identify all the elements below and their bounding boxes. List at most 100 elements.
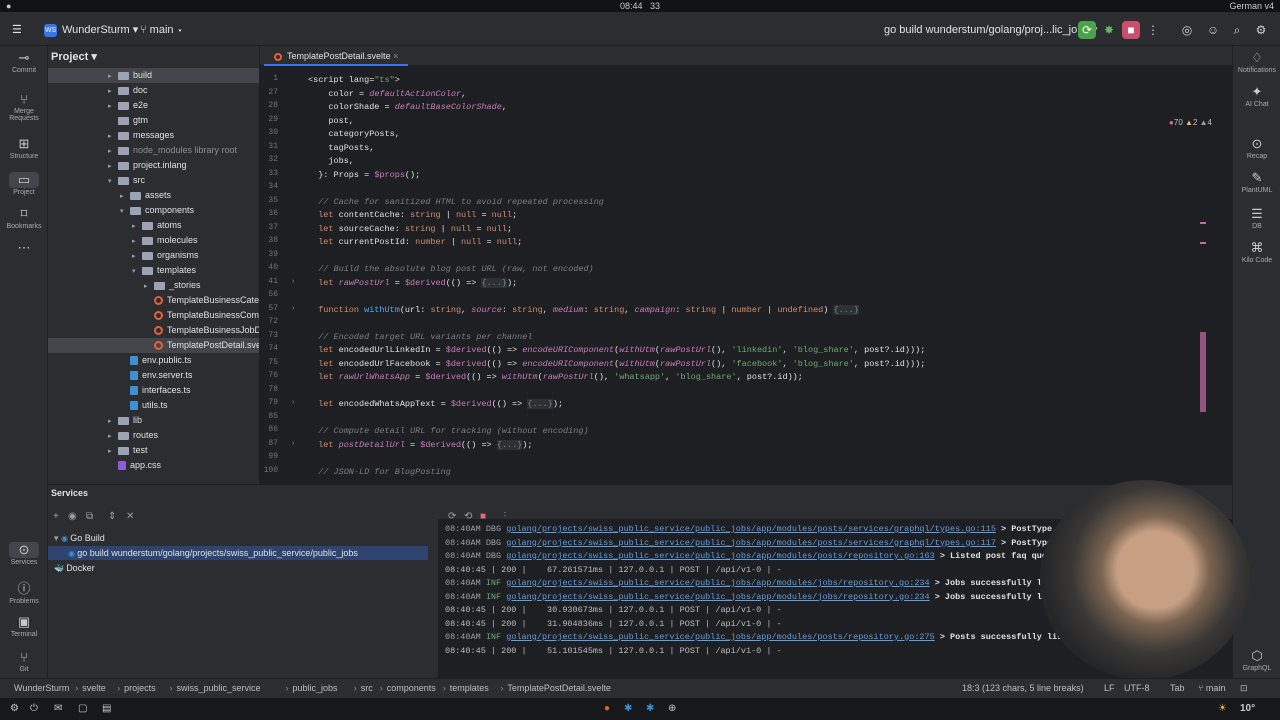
tree-toggle-icon[interactable]: ▸ bbox=[108, 144, 118, 159]
tool-merge-requests[interactable]: ⑂ Merge Requests bbox=[0, 92, 48, 122]
tab-template-post-detail[interactable]: TemplatePostDetail.svelte × bbox=[264, 46, 409, 66]
caret-position[interactable]: 18:3 (123 chars, 5 line breaks) bbox=[962, 679, 1084, 698]
debug-icon[interactable]: ✸ bbox=[1100, 21, 1118, 39]
service-item[interactable]: ▾ ◉ Go Build bbox=[48, 531, 428, 545]
tool-ai-chat[interactable]: ✦ AI Chat bbox=[1233, 84, 1280, 108]
window-icon[interactable]: ▢ bbox=[78, 698, 87, 720]
editor-scrollbar-marks[interactable] bbox=[1200, 122, 1206, 482]
breadcrumb-item[interactable]: swiss_public_service bbox=[177, 679, 261, 698]
files-icon[interactable]: ▤ bbox=[102, 698, 111, 720]
tree-toggle-icon[interactable]: ▸ bbox=[108, 414, 118, 429]
fold-toggle-icon[interactable]: › bbox=[292, 399, 294, 406]
tool-problems[interactable]: ⓘ Problems bbox=[0, 578, 48, 605]
tree-toggle-icon[interactable]: ▾ bbox=[120, 204, 130, 219]
tool-git[interactable]: ⑂ Git bbox=[0, 650, 48, 673]
run-config-selector[interactable]: go build wunderstum/golang/proj...lic_jo… bbox=[884, 21, 1097, 39]
tree-toggle-icon[interactable]: ▸ bbox=[108, 159, 118, 174]
tool-db[interactable]: ☰ DB bbox=[1233, 206, 1280, 230]
log-source-link[interactable]: golang/projects/swiss_public_service/pub… bbox=[506, 538, 996, 548]
service-toggle-icon[interactable]: ▾ bbox=[54, 533, 61, 543]
tree-toggle-icon[interactable]: ▸ bbox=[108, 84, 118, 99]
tree-item[interactable]: ▸ doc bbox=[48, 83, 259, 99]
ai-assistant-icon[interactable]: ◎ bbox=[1178, 21, 1196, 39]
power-icon[interactable]: ⏻ bbox=[30, 698, 38, 720]
fold-toggle-icon[interactable]: › bbox=[292, 278, 294, 285]
tree-item[interactable]: ▸ atoms bbox=[48, 218, 259, 233]
tool-services[interactable]: ⊙ Services bbox=[0, 542, 48, 566]
tree-item[interactable]: ▸ e2e bbox=[48, 98, 259, 114]
view-icon[interactable]: ◉ bbox=[68, 511, 77, 522]
tree-toggle-icon[interactable]: ▸ bbox=[108, 99, 118, 114]
search-icon[interactable]: ⌕ bbox=[1228, 21, 1246, 39]
breadcrumb-item[interactable]: TemplatePostDetail.svelte bbox=[507, 679, 611, 698]
tree-item[interactable]: TemplateBusinessCateg bbox=[48, 293, 259, 308]
settings-gear-icon[interactable]: ⚙ bbox=[1252, 21, 1270, 39]
tool-kilo-code[interactable]: ⌘ Kilo Code bbox=[1233, 240, 1280, 264]
tree-item[interactable]: ▸ project.inlang bbox=[48, 158, 259, 174]
fold-toggle-icon[interactable]: › bbox=[292, 305, 294, 312]
tree-item[interactable]: ▸ lib bbox=[48, 413, 259, 429]
breadcrumb-item[interactable]: svelte bbox=[82, 679, 106, 698]
breadcrumb-item[interactable]: templates bbox=[450, 679, 489, 698]
tree-toggle-icon[interactable]: ▸ bbox=[132, 234, 142, 249]
tree-item[interactable]: ▸ test bbox=[48, 443, 259, 459]
tree-toggle-icon[interactable]: ▸ bbox=[108, 429, 118, 444]
new-group-icon[interactable]: ⧉ bbox=[86, 511, 93, 522]
tree-item[interactable]: ▾ templates bbox=[48, 263, 259, 279]
tree-toggle-icon[interactable]: ▸ bbox=[108, 444, 118, 459]
bluetooth-icon[interactable]: ✱ bbox=[624, 698, 632, 720]
fold-toggle-icon[interactable]: › bbox=[292, 440, 294, 447]
tree-toggle-icon[interactable]: ▸ bbox=[144, 279, 154, 294]
tree-item[interactable]: TemplateBusinessJobDe bbox=[48, 323, 259, 338]
log-source-link[interactable]: golang/projects/swiss_public_service/pub… bbox=[506, 551, 934, 561]
log-source-link[interactable]: golang/projects/swiss_public_service/pub… bbox=[506, 524, 996, 534]
tree-item[interactable]: ▸ molecules bbox=[48, 233, 259, 249]
tree-toggle-icon[interactable]: ▾ bbox=[108, 174, 118, 189]
main-menu-icon[interactable]: ☰ bbox=[12, 21, 22, 39]
mail-icon[interactable]: ✉ bbox=[54, 698, 62, 720]
settings-icon[interactable]: ⚙ bbox=[10, 698, 19, 720]
messenger-icon[interactable]: ✱ bbox=[646, 698, 654, 720]
more-tools-icon[interactable]: ⋯ bbox=[0, 240, 48, 257]
browser-icon[interactable]: ● bbox=[604, 698, 610, 720]
tree-toggle-icon[interactable]: ▸ bbox=[108, 129, 118, 144]
lock-icon[interactable]: ⊡ bbox=[1240, 679, 1248, 698]
tree-item[interactable]: TemplatePostDetail.svelt bbox=[48, 338, 259, 353]
tree-item[interactable]: utils.ts bbox=[48, 398, 259, 413]
tool-project[interactable]: ▭ Project bbox=[0, 172, 48, 196]
service-item[interactable]: 🐳 Docker bbox=[48, 561, 428, 575]
log-source-link[interactable]: golang/projects/swiss_public_service/pub… bbox=[506, 632, 934, 642]
add-service-icon[interactable]: + bbox=[53, 511, 59, 522]
tree-item[interactable]: interfaces.ts bbox=[48, 383, 259, 398]
more-actions-icon[interactable]: ⋮ bbox=[1144, 21, 1162, 39]
service-item[interactable]: ◉ go build wunderstum/golang/projects/sw… bbox=[48, 546, 428, 560]
tree-item[interactable]: ▸ _stories bbox=[48, 278, 259, 294]
project-panel-title[interactable]: Project ▾ bbox=[48, 48, 97, 66]
run-icon[interactable]: ⟳ bbox=[1078, 21, 1096, 39]
close-tab-icon[interactable]: × bbox=[393, 51, 398, 61]
tree-toggle-icon[interactable]: ▸ bbox=[108, 69, 118, 84]
expand-all-icon[interactable]: ⇕ bbox=[108, 511, 116, 522]
stop-icon[interactable]: ■ bbox=[1122, 21, 1140, 39]
tree-item[interactable]: ▸ node_modules library root bbox=[48, 143, 259, 159]
collapse-icon[interactable]: ✕ bbox=[126, 511, 134, 522]
breadcrumb-item[interactable]: WunderSturm bbox=[14, 679, 69, 698]
log-source-link[interactable]: golang/projects/swiss_public_service/pub… bbox=[506, 592, 929, 602]
tree-toggle-icon[interactable]: ▸ bbox=[132, 249, 142, 264]
tool-graphql[interactable]: ⬡ GraphQL bbox=[1233, 648, 1280, 672]
tree-toggle-icon[interactable]: ▾ bbox=[132, 264, 142, 279]
breadcrumb-item[interactable]: src bbox=[361, 679, 373, 698]
tree-item[interactable]: ▸ build bbox=[48, 68, 259, 84]
tool-recap[interactable]: ⊙ Recap bbox=[1233, 136, 1280, 160]
tree-item[interactable]: ▸ routes bbox=[48, 428, 259, 444]
indent-setting[interactable]: Tab bbox=[1170, 679, 1185, 698]
breadcrumb-item[interactable]: components bbox=[387, 679, 436, 698]
file-encoding[interactable]: UTF-8 bbox=[1124, 679, 1150, 698]
status-branch[interactable]: ⑂ main bbox=[1198, 679, 1225, 698]
line-ending[interactable]: LF bbox=[1104, 679, 1115, 698]
breadcrumb-item[interactable]: projects bbox=[124, 679, 156, 698]
profile-icon[interactable]: ☺ bbox=[1204, 21, 1222, 39]
tree-toggle-icon[interactable]: ▸ bbox=[120, 189, 130, 204]
tool-notifications[interactable]: ♢ Notifications bbox=[1233, 50, 1280, 74]
language-indicator[interactable]: German bbox=[1229, 1, 1262, 11]
